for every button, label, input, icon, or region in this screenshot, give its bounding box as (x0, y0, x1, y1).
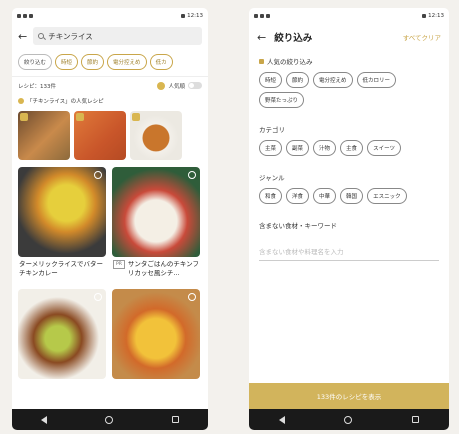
filter-chip-row: 絞り込む 時短 節約 電分控えめ 低カ (12, 48, 208, 76)
recipe-image (112, 167, 200, 257)
category-label: カテゴリ (259, 126, 285, 134)
page-title: 絞り込み (274, 33, 313, 44)
heart-icon[interactable] (188, 171, 196, 179)
filter-screen: 12:13 ← 絞り込み すべてクリア 人気の絞り込み 時短 節約 電分控えめ … (249, 8, 449, 430)
popular-sort-toggle[interactable]: 人気順 (157, 81, 202, 90)
tag-korean[interactable]: 韓国 (340, 188, 364, 204)
exclude-keyword-input[interactable]: 含まない食材や料理名を入力 (259, 242, 439, 261)
lock-icon (259, 58, 264, 64)
heart-icon[interactable] (94, 171, 102, 179)
back-arrow-icon[interactable]: ← (18, 31, 27, 42)
genre-section: ジャンル 和食 洋食 中華 韓国 エスニック (249, 158, 449, 206)
recipe-title: PR サンタごはんのチキンフリカッセ風シチ... (112, 257, 200, 283)
tag-sweets[interactable]: スイーツ (367, 140, 401, 156)
notification-icon (17, 14, 21, 18)
recipe-title-text: サンタごはんのチキンフリカッセ風シチ... (127, 260, 199, 277)
tag-soup[interactable]: 汁物 (313, 140, 337, 156)
heart-icon[interactable] (188, 293, 196, 301)
category-section: カテゴリ 主菜 副菜 汁物 主食 スイーツ (249, 110, 449, 158)
battery-icon (422, 14, 427, 18)
popular-thumb[interactable] (18, 111, 70, 160)
nav-home-icon[interactable] (105, 415, 114, 424)
android-nav-bar (249, 409, 449, 430)
wifi-icon (266, 14, 270, 18)
popular-section-title: 「チキンライス」の人気レシピ (27, 99, 104, 105)
rank-badge-icon (20, 113, 28, 121)
recipe-image (18, 289, 106, 379)
exclude-section: 含まない食材・キーワード (249, 206, 449, 238)
search-row: ← チキンライス (12, 24, 208, 48)
tag-ethnic[interactable]: エスニック (367, 188, 407, 204)
tag-low-sugar[interactable]: 電分控えめ (313, 72, 353, 88)
back-arrow-icon[interactable]: ← (257, 32, 266, 43)
tag-staple[interactable]: 主食 (340, 140, 364, 156)
rank-badge-icon (76, 113, 84, 121)
status-bar: 12:13 (249, 8, 449, 24)
tag-veggie[interactable]: 野菜たっぷり (259, 92, 305, 108)
status-time: 12:13 (187, 13, 203, 19)
tag-setsuyaku[interactable]: 節約 (286, 72, 310, 88)
tag-jitan[interactable]: 時短 (259, 72, 283, 88)
recipe-image (18, 167, 106, 257)
signal-icon (23, 14, 27, 18)
tag-western[interactable]: 洋食 (286, 188, 310, 204)
recipe-card[interactable] (112, 289, 200, 379)
exclude-label: 含まない食材・キーワード (259, 222, 337, 230)
popular-section-header: 「チキンライス」の人気レシピ (12, 94, 208, 108)
popular-filter-label: 人気の絞り込み (259, 56, 439, 66)
wifi-icon (29, 14, 33, 18)
nav-back-icon[interactable] (278, 415, 285, 424)
heart-icon[interactable] (94, 293, 102, 301)
popular-thumb[interactable] (74, 111, 126, 160)
search-query: チキンライス (48, 31, 93, 41)
recipe-card[interactable]: ターメリックライスでバターチキンカレー (18, 167, 106, 283)
nav-back-icon[interactable] (41, 415, 48, 424)
recipe-card[interactable]: PR サンタごはんのチキンフリカッセ風シチ... (112, 167, 200, 283)
popular-thumb[interactable] (130, 111, 182, 160)
show-recipes-button[interactable]: 133件のレシピを表示 (249, 383, 449, 409)
popular-filter-label-text: 人気の絞り込み (267, 58, 313, 66)
popular-label: 人気順 (168, 83, 185, 90)
chip-setsuyaku[interactable]: 節約 (81, 54, 105, 70)
search-results-screen: 12:13 ← チキンライス 絞り込む 時短 節約 電分控えめ 低カ レシピ：1… (12, 8, 208, 430)
battery-icon (181, 14, 186, 18)
recipe-card-grid: ターメリックライスでバターチキンカレー PR サンタごはんのチキンフリカッセ風シチ… (12, 163, 208, 383)
tag-low-cal[interactable]: 低カロリー (356, 72, 397, 88)
tag-side-dish[interactable]: 副菜 (286, 140, 310, 156)
search-input[interactable]: チキンライス (33, 27, 202, 45)
chip-low-sugar[interactable]: 電分控えめ (107, 54, 147, 70)
result-count-row: レシピ：133件 人気順 (12, 76, 208, 94)
tag-main-dish[interactable]: 主菜 (259, 140, 283, 156)
filter-chip[interactable]: 絞り込む (18, 54, 53, 70)
popular-thumbnails (12, 108, 208, 163)
popular-toggle-switch[interactable] (188, 82, 202, 89)
genre-label: ジャンル (259, 174, 285, 182)
popular-badge-icon (157, 81, 166, 90)
nav-recent-icon[interactable] (171, 416, 179, 423)
tag-japanese[interactable]: 和食 (259, 188, 283, 204)
status-time: 12:13 (428, 13, 444, 19)
chip-jitan[interactable]: 時短 (55, 54, 79, 70)
popular-filter-section: 人気の絞り込み 時短 節約 電分控えめ 低カロリー 野菜たっぷり (249, 50, 449, 110)
filter-header: ← 絞り込み すべてクリア (249, 24, 449, 50)
status-bar: 12:13 (12, 8, 208, 24)
recipe-title: ターメリックライスでバターチキンカレー (18, 257, 106, 283)
clear-all-button[interactable]: すべてクリア (403, 32, 441, 42)
crown-icon (18, 98, 24, 104)
nav-home-icon[interactable] (344, 415, 353, 424)
signal-icon (260, 14, 264, 18)
tag-chinese[interactable]: 中華 (313, 188, 337, 204)
recipe-image (112, 289, 200, 379)
android-nav-bar (12, 409, 208, 430)
nav-recent-icon[interactable] (412, 416, 420, 423)
search-icon (38, 33, 45, 39)
recipe-count: レシピ：133件 (18, 83, 56, 90)
recipe-card[interactable] (18, 289, 106, 379)
pr-badge: PR (113, 260, 125, 269)
rank-badge-icon (132, 113, 140, 121)
notification-icon (254, 14, 258, 18)
chip-low-cal[interactable]: 低カ (149, 54, 173, 70)
recipe-title-text: ターメリックライスでバターチキンカレー (19, 260, 104, 277)
